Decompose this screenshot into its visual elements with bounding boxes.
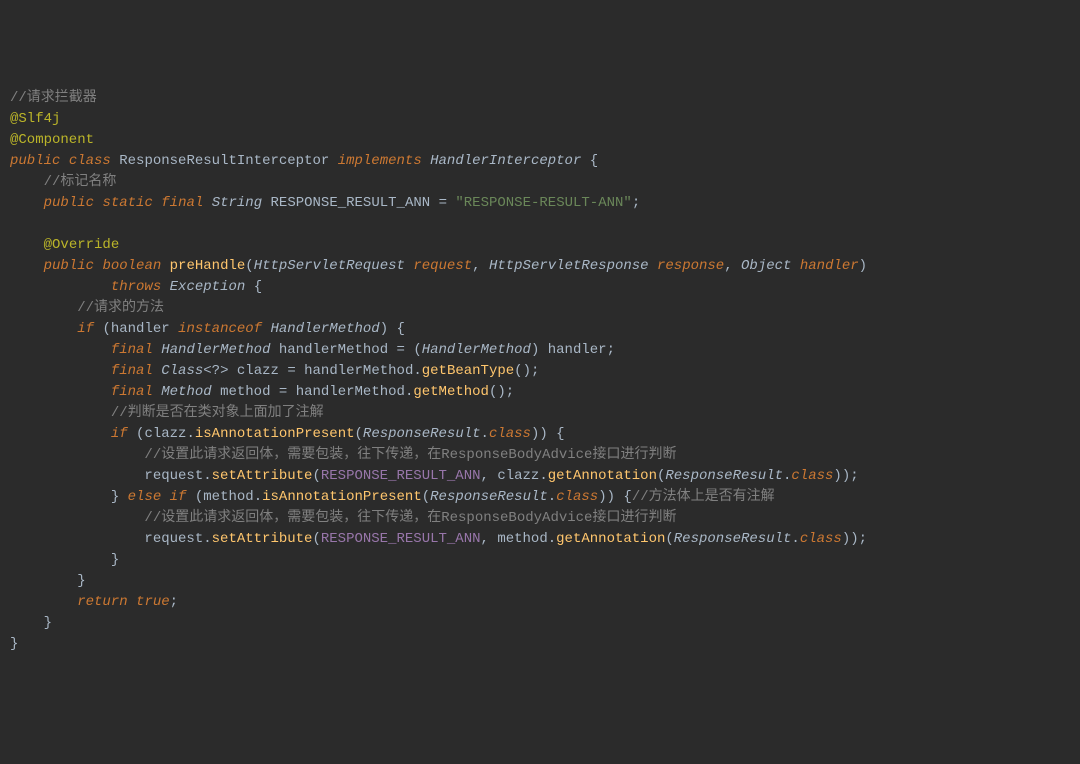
keyword-class: class: [800, 531, 842, 547]
method-call: getMethod: [413, 384, 489, 400]
comment-line: //请求拦截器: [10, 90, 97, 106]
keyword-final: final: [111, 342, 153, 358]
var-ref: handler: [111, 321, 170, 337]
comment-line: //请求的方法: [77, 300, 164, 316]
class-ref: ResponseResult: [430, 489, 548, 505]
keyword-if: if: [170, 489, 187, 505]
param-type: Object: [741, 258, 791, 274]
annotation: @Component: [10, 132, 94, 148]
keyword-return: return: [77, 594, 127, 610]
keyword-final: final: [161, 195, 203, 211]
method-call: setAttribute: [212, 468, 313, 484]
var-ref: method: [497, 531, 547, 547]
var-name: handlerMethod: [279, 342, 388, 358]
type-ref: HandlerMethod: [270, 321, 379, 337]
var-ref: request: [144, 531, 203, 547]
var-name: method: [220, 384, 270, 400]
comment-line: //设置此请求返回体，需要包装，往下传递，在ResponseBodyAdvice…: [144, 510, 676, 526]
constant-name: RESPONSE_RESULT_ANN: [271, 195, 431, 211]
keyword-public: public: [44, 195, 94, 211]
var-ref: handlerMethod: [304, 363, 413, 379]
keyword-final: final: [111, 384, 153, 400]
type-ref: HandlerMethod: [161, 342, 270, 358]
keyword-class: class: [489, 426, 531, 442]
keyword-public: public: [44, 258, 94, 274]
var-ref: clazz: [144, 426, 186, 442]
keyword-if: if: [77, 321, 94, 337]
method-call: getAnnotation: [556, 531, 665, 547]
keyword-boolean: boolean: [102, 258, 161, 274]
keyword-implements: implements: [338, 153, 422, 169]
code-block: //请求拦截器 @Slf4j @Component public class R…: [10, 88, 1070, 655]
method-call: isAnnotationPresent: [262, 489, 422, 505]
interface-name: HandlerInterceptor: [430, 153, 581, 169]
var-name: clazz: [237, 363, 279, 379]
class-ref: ResponseResult: [363, 426, 481, 442]
string-literal: "RESPONSE-RESULT-ANN": [455, 195, 631, 211]
var-ref: handler: [548, 342, 607, 358]
param-type: HttpServletResponse: [489, 258, 649, 274]
method-call: getAnnotation: [548, 468, 657, 484]
var-ref: clazz: [497, 468, 539, 484]
class-name: ResponseResultInterceptor: [119, 153, 329, 169]
comment-line: //设置此请求返回体，需要包装，往下传递，在ResponseBodyAdvice…: [144, 447, 676, 463]
param-name: response: [657, 258, 724, 274]
keyword-class: class: [69, 153, 111, 169]
annotation-override: @Override: [44, 237, 120, 253]
var-ref: handlerMethod: [296, 384, 405, 400]
class-ref: ResponseResult: [665, 468, 783, 484]
method-call: setAttribute: [212, 531, 313, 547]
type-ref: Method: [161, 384, 211, 400]
keyword-else: else: [128, 489, 162, 505]
constant-ref: RESPONSE_RESULT_ANN: [321, 531, 481, 547]
var-ref: request: [144, 468, 203, 484]
exception-type: Exception: [170, 279, 246, 295]
type-ref: Class: [161, 363, 203, 379]
keyword-throws: throws: [111, 279, 161, 295]
keyword-final: final: [111, 363, 153, 379]
comment-line: //判断是否在类对象上面加了注解: [111, 405, 324, 421]
param-type: HttpServletRequest: [254, 258, 405, 274]
keyword-public: public: [10, 153, 60, 169]
cast-type: HandlerMethod: [422, 342, 531, 358]
method-name: preHandle: [170, 258, 246, 274]
keyword-class: class: [556, 489, 598, 505]
annotation: @Slf4j: [10, 111, 60, 127]
keyword-static: static: [102, 195, 152, 211]
param-name: request: [413, 258, 472, 274]
comment-line: //标记名称: [44, 174, 117, 190]
constant-ref: RESPONSE_RESULT_ANN: [321, 468, 481, 484]
param-name: handler: [800, 258, 859, 274]
var-ref: method: [203, 489, 253, 505]
keyword-class: class: [791, 468, 833, 484]
keyword-instanceof: instanceof: [178, 321, 262, 337]
keyword-if: if: [111, 426, 128, 442]
comment-line: //方法体上是否有注解: [632, 489, 775, 505]
class-ref: ResponseResult: [674, 531, 792, 547]
literal-true: true: [136, 594, 170, 610]
method-call: getBeanType: [422, 363, 514, 379]
method-call: isAnnotationPresent: [195, 426, 355, 442]
type-string: String: [212, 195, 262, 211]
